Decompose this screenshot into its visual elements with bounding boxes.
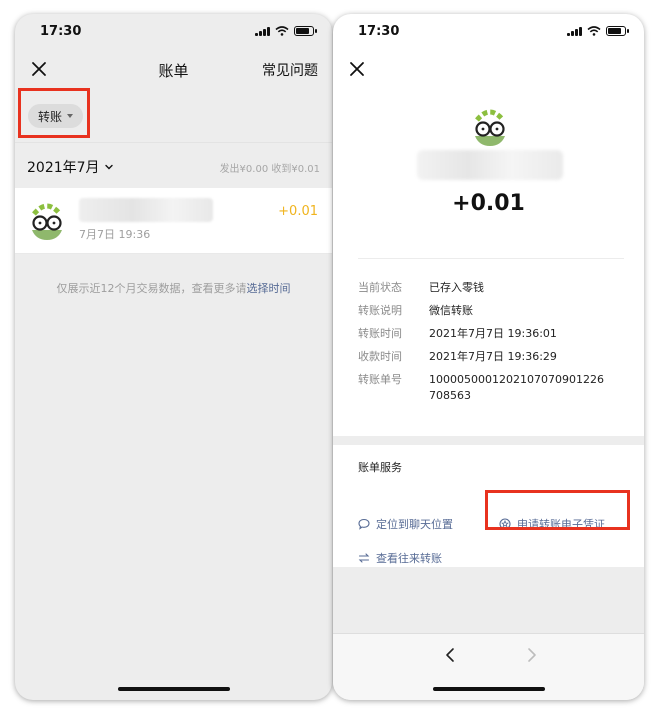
detail-row-transfer-time: 转账时间 2021年7月7日 19:36:01 bbox=[358, 326, 632, 342]
status-icons bbox=[567, 26, 629, 36]
faq-link[interactable]: 常见问题 bbox=[262, 60, 318, 80]
detail-list: 当前状态 已存入零钱 转账说明 微信转账 转账时间 2021年7月7日 19:3… bbox=[358, 280, 632, 411]
transaction-date: 7月7日 19:36 bbox=[79, 228, 151, 241]
detail-value: 2021年7月7日 19:36:29 bbox=[429, 350, 557, 363]
wifi-icon bbox=[587, 26, 601, 36]
detail-value[interactable]: 1000050001202107070901226708563 bbox=[429, 372, 609, 404]
history-note: 仅展示近12个月交易数据，查看更多请选择时间 bbox=[15, 280, 332, 296]
avatar bbox=[470, 107, 510, 147]
detail-row-status: 当前状态 已存入零钱 bbox=[358, 280, 632, 296]
detail-value: 2021年7月7日 19:36:01 bbox=[429, 327, 557, 340]
status-bar: 17:30 bbox=[333, 14, 644, 50]
blurred-payer-name bbox=[417, 150, 563, 180]
month-selector[interactable]: 2021年7月 bbox=[27, 157, 114, 177]
blurred-payer-name bbox=[79, 198, 213, 222]
status-icons bbox=[255, 26, 317, 36]
wifi-icon bbox=[275, 26, 289, 36]
signal-icon bbox=[255, 26, 270, 36]
close-icon[interactable] bbox=[347, 59, 367, 79]
avatar bbox=[27, 201, 67, 241]
detail-key: 转账说明 bbox=[358, 304, 402, 317]
status-time: 17:30 bbox=[358, 24, 400, 39]
month-label: 2021年7月 bbox=[27, 160, 100, 176]
bill-detail-screen: 17:30 +0.01 当前状态 已存入零钱 转账说明 微信转账 转账时间 20… bbox=[333, 14, 644, 700]
detail-key: 转账单号 bbox=[358, 373, 402, 386]
divider bbox=[358, 258, 624, 259]
bill-list-screen: 17:30 账单 常见问题 转账 2021年7月 发出¥0.00 收到¥0.01 bbox=[15, 14, 332, 700]
service-label: 定位到聊天位置 bbox=[376, 518, 453, 531]
chat-bubble-icon bbox=[358, 518, 370, 530]
history-note-text: 仅展示近12个月交易数据，查看更多请 bbox=[56, 282, 247, 295]
nav-bar bbox=[333, 54, 644, 86]
battery-icon bbox=[294, 26, 317, 36]
forward-arrow-icon[interactable] bbox=[524, 646, 540, 664]
detail-row-order-number: 转账单号 1000050001202107070901226708563 bbox=[358, 372, 632, 404]
transaction-row[interactable]: 7月7日 19:36 +0.01 bbox=[15, 188, 332, 254]
detail-row-description: 转账说明 微信转账 bbox=[358, 303, 632, 319]
detail-key: 当前状态 bbox=[358, 281, 402, 294]
signal-icon bbox=[567, 26, 582, 36]
select-time-link[interactable]: 选择时间 bbox=[247, 282, 291, 295]
transaction-amount: +0.01 bbox=[278, 204, 318, 219]
month-header: 2021年7月 发出¥0.00 收到¥0.01 bbox=[15, 142, 332, 188]
detail-key: 转账时间 bbox=[358, 327, 402, 340]
chevron-down-icon bbox=[104, 164, 113, 170]
transfer-amount: +0.01 bbox=[452, 191, 525, 216]
screenshot-canvas: 17:30 账单 常见问题 转账 2021年7月 发出¥0.00 收到¥0.01 bbox=[0, 0, 660, 715]
view-transfers-button[interactable]: 查看往来转账 bbox=[358, 550, 442, 566]
detail-key: 收款时间 bbox=[358, 350, 402, 363]
section-separator bbox=[333, 436, 644, 445]
service-label: 查看往来转账 bbox=[376, 552, 442, 565]
status-bar: 17:30 bbox=[15, 14, 332, 50]
back-arrow-icon[interactable] bbox=[442, 646, 458, 664]
status-time: 17:30 bbox=[40, 24, 82, 39]
nav-bar: 账单 常见问题 bbox=[15, 54, 332, 86]
highlight-box-filter bbox=[18, 88, 90, 138]
swap-arrows-icon bbox=[358, 553, 370, 563]
services-title: 账单服务 bbox=[358, 461, 402, 474]
home-indicator bbox=[432, 687, 545, 691]
highlight-box-voucher bbox=[485, 490, 630, 530]
home-indicator bbox=[117, 687, 230, 691]
detail-row-receive-time: 收款时间 2021年7月7日 19:36:29 bbox=[358, 349, 632, 365]
battery-icon bbox=[606, 26, 629, 36]
locate-in-chat-button[interactable]: 定位到聊天位置 bbox=[358, 516, 453, 532]
detail-value: 已存入零钱 bbox=[429, 281, 484, 294]
month-summary: 发出¥0.00 收到¥0.01 bbox=[219, 164, 320, 175]
detail-value: 微信转账 bbox=[429, 304, 473, 317]
empty-area bbox=[333, 567, 644, 633]
